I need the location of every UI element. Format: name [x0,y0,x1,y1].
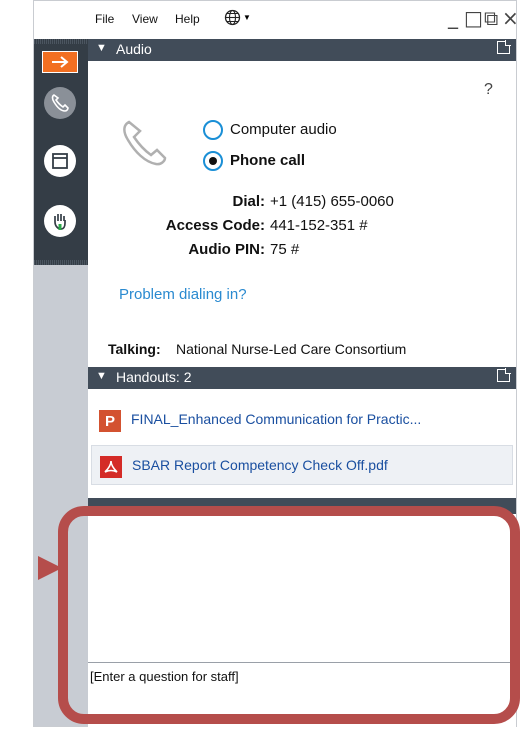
pdf-icon [100,456,122,478]
audio-help-icon[interactable]: ? [484,81,493,99]
talking-label: Talking: [108,341,161,357]
close-button[interactable]: × [502,6,519,30]
audio-header-title: Audio [116,41,152,57]
phone-call-label[interactable]: Phone call [230,152,305,169]
menu-bar: File View Help ▼ _ □ ⧉ × [88,1,519,39]
phone-icon [51,94,69,112]
restore-button[interactable]: ⧉ [484,6,498,30]
handouts-header[interactable]: ▼ Handouts: 2 [88,367,516,389]
globe-icon [224,9,241,26]
callout-highlight-box [58,506,520,724]
tool-rail [34,39,88,265]
handout-name: FINAL_Enhanced Communication for Practic… [131,411,422,427]
handouts-header-title: Handouts: 2 [116,369,192,385]
collapse-triangle-icon: ▼ [96,42,107,54]
powerpoint-icon: P [99,410,121,432]
rail-raise-hand-button[interactable] [44,205,76,237]
rail-grip-bottom [34,260,88,265]
raise-hand-icon [54,214,66,230]
rail-window-button[interactable] [44,145,76,177]
menu-view[interactable]: View [132,12,158,26]
window-icon [52,153,68,169]
handout-item-pptx[interactable]: P FINAL_Enhanced Communication for Pract… [91,400,513,440]
access-code-label: Access Code: [165,217,265,234]
handout-item-pdf[interactable]: SBAR Report Competency Check Off.pdf [91,445,513,485]
audio-pin-value: 75 # [270,241,300,258]
rail-phone-button[interactable] [44,87,76,119]
phone-call-radio[interactable] [203,151,223,171]
rail-collapse-arrow[interactable] [42,51,78,73]
problem-dialing-link[interactable]: Problem dialing in? [119,286,247,303]
handout-name: SBAR Report Competency Check Off.pdf [132,457,388,473]
menu-file[interactable]: File [95,12,114,26]
popout-icon[interactable] [497,40,511,54]
computer-audio-radio[interactable] [203,120,223,140]
minimize-button[interactable]: _ [448,5,458,29]
chevron-down-icon: ▼ [243,13,251,22]
dial-label: Dial: [232,193,265,210]
audio-pin-label: Audio PIN: [188,241,265,258]
maximize-button[interactable]: □ [464,6,483,30]
dial-value: +1 (415) 655-0060 [270,193,394,210]
popout-icon[interactable] [497,368,511,382]
arrow-right-icon [52,56,69,68]
phone-handset-icon [123,120,167,166]
rail-grip-top [34,39,88,44]
access-code-value: 441-152-351 # [270,217,368,234]
menu-help[interactable]: Help [175,12,200,26]
language-menu[interactable]: ▼ [224,9,251,26]
collapse-triangle-icon: ▼ [96,370,107,382]
computer-audio-label[interactable]: Computer audio [230,121,337,138]
audio-header[interactable]: ▼ Audio [88,39,516,61]
talking-value: National Nurse-Led Care Consortium [176,341,407,357]
